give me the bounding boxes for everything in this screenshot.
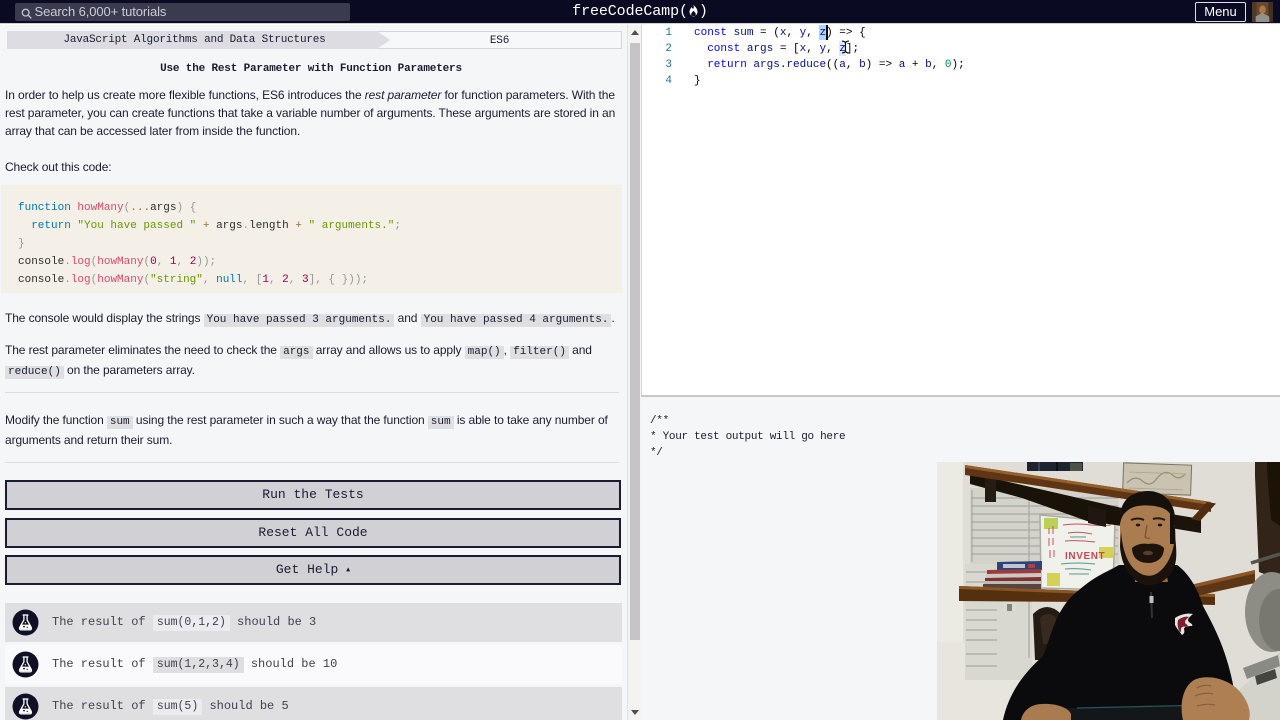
svg-text:INVENT: INVENT xyxy=(1065,551,1105,562)
